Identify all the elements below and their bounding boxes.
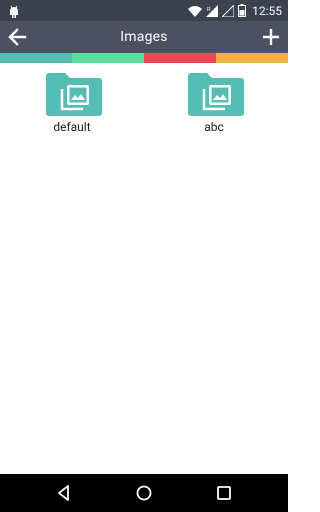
android-debug-icon — [8, 3, 20, 22]
battery-icon — [238, 2, 247, 21]
back-nav-icon[interactable] — [54, 483, 74, 503]
signal-icon — [220, 2, 235, 21]
wifi-icon — [188, 2, 203, 21]
folder-label: abc — [204, 120, 224, 134]
svg-text:R: R — [207, 7, 211, 13]
navigation-bar — [0, 474, 288, 512]
folder-item-default[interactable]: default — [12, 63, 132, 143]
strip-teal — [0, 53, 72, 63]
folder-label: default — [53, 120, 91, 134]
clock: 12:55 — [252, 4, 282, 18]
folder-item-abc[interactable]: abc — [154, 63, 274, 143]
toolbar: Images — [0, 21, 288, 53]
image-folder-icon — [187, 69, 245, 117]
status-bar: R 12:55 — [0, 0, 288, 21]
strip-orange — [216, 53, 288, 63]
cell-signal-icon: R — [206, 2, 219, 21]
home-nav-icon[interactable] — [134, 483, 154, 503]
page-title: Images — [120, 29, 168, 45]
color-strip — [0, 53, 288, 63]
strip-green — [72, 53, 144, 63]
image-folder-icon — [45, 69, 103, 117]
strip-red — [144, 53, 216, 63]
recents-nav-icon[interactable] — [214, 483, 234, 503]
add-icon[interactable] — [260, 26, 282, 48]
